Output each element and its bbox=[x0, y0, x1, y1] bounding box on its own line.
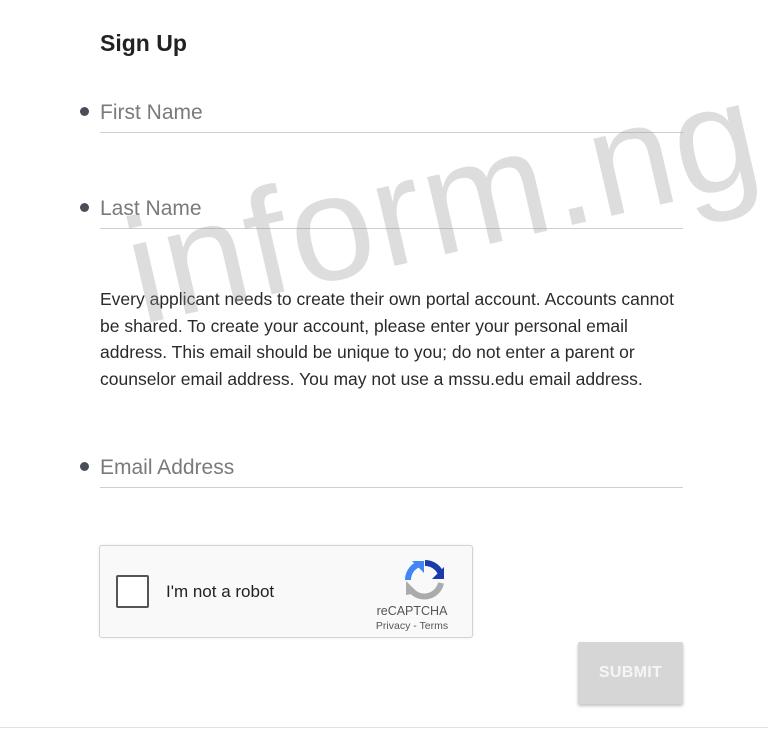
terms-link[interactable]: Terms bbox=[420, 620, 449, 632]
bottom-divider bbox=[0, 727, 768, 728]
email-input[interactable] bbox=[100, 449, 683, 488]
email-field bbox=[80, 449, 683, 493]
first-name-field bbox=[80, 94, 683, 138]
last-name-input[interactable] bbox=[100, 190, 683, 229]
required-bullet-icon bbox=[80, 462, 89, 471]
last-name-field bbox=[80, 190, 683, 234]
account-info-text: Every applicant needs to create their ow… bbox=[100, 289, 674, 389]
recaptcha-logo-icon bbox=[405, 559, 444, 600]
page-title: Sign Up bbox=[100, 30, 187, 56]
required-bullet-icon bbox=[80, 203, 89, 212]
recaptcha-checkbox[interactable] bbox=[116, 575, 149, 608]
privacy-link[interactable]: Privacy bbox=[376, 620, 410, 632]
first-name-input[interactable] bbox=[100, 94, 683, 133]
recaptcha-label: I'm not a robot bbox=[166, 582, 275, 601]
recaptcha-widget: I'm not a robot reCAPTCHA Privacy - Term… bbox=[99, 545, 473, 638]
submit-button[interactable]: SUBMIT bbox=[578, 642, 683, 704]
sign-up-page: Sign Up Every applicant needs to create … bbox=[0, 0, 768, 730]
recaptcha-brand: reCAPTCHA bbox=[376, 604, 448, 618]
recaptcha-links: Privacy - Terms bbox=[362, 620, 462, 632]
links-separator: - bbox=[410, 620, 420, 632]
required-bullet-icon bbox=[80, 107, 89, 116]
